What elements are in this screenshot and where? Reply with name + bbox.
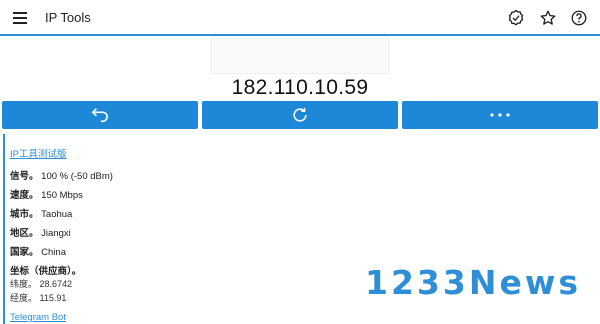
city-value: Taohua — [41, 209, 73, 220]
country-label: 国家。 — [10, 247, 39, 258]
test-version-link[interactable]: IP工具测试版 — [10, 146, 66, 160]
ad-banner — [211, 38, 389, 74]
more-dots-icon — [490, 113, 510, 117]
speed-label: 速度。 — [10, 190, 39, 201]
coords-heading: 坐标（供应商）。 — [10, 263, 81, 277]
region-value: Jiangxi — [41, 228, 71, 239]
signal-value: 100 % (-50 dBm) — [41, 171, 113, 182]
back-arrow-icon — [91, 108, 108, 123]
latitude-value: 28.6742 — [39, 279, 73, 289]
speed-row: 速度。 150 Mbps — [10, 187, 83, 201]
menu-icon[interactable] — [9, 8, 31, 28]
region-label: 地区。 — [10, 228, 39, 239]
city-label: 城市。 — [10, 209, 39, 220]
action-button-row — [2, 101, 598, 129]
refresh-button[interactable] — [202, 101, 398, 129]
more-button[interactable] — [402, 101, 598, 129]
signal-row: 信号。 100 % (-50 dBm) — [10, 168, 113, 182]
region-row: 地区。 Jiangxi — [10, 225, 71, 239]
app-bar: IP Tools — [0, 0, 600, 36]
back-button[interactable] — [2, 101, 198, 129]
longitude-row: 经度。 115.91 — [10, 291, 66, 304]
watermark-logo: 1233News — [365, 263, 581, 302]
verified-icon[interactable] — [505, 7, 527, 29]
country-row: 国家。 China — [10, 244, 66, 258]
country-value: China — [41, 247, 66, 258]
city-row: 城市。 Taohua — [10, 206, 72, 220]
coords-label: 坐标（供应商）。 — [10, 266, 82, 277]
telegram-bot-link[interactable]: Telegram Bot — [10, 312, 66, 323]
app-title: IP Tools — [45, 10, 91, 25]
help-icon[interactable] — [568, 7, 590, 29]
signal-label: 信号。 — [10, 171, 39, 182]
speed-value: 150 Mbps — [41, 190, 83, 201]
ip-address: 182.110.10.59 — [231, 76, 369, 99]
refresh-icon — [293, 107, 307, 122]
latitude-row: 纬度。 28.6742 — [10, 277, 72, 290]
star-icon[interactable] — [537, 7, 559, 29]
longitude-label: 经度。 — [10, 293, 38, 303]
latitude-label: 纬度。 — [10, 279, 38, 289]
longitude-value: 115.91 — [39, 293, 67, 303]
